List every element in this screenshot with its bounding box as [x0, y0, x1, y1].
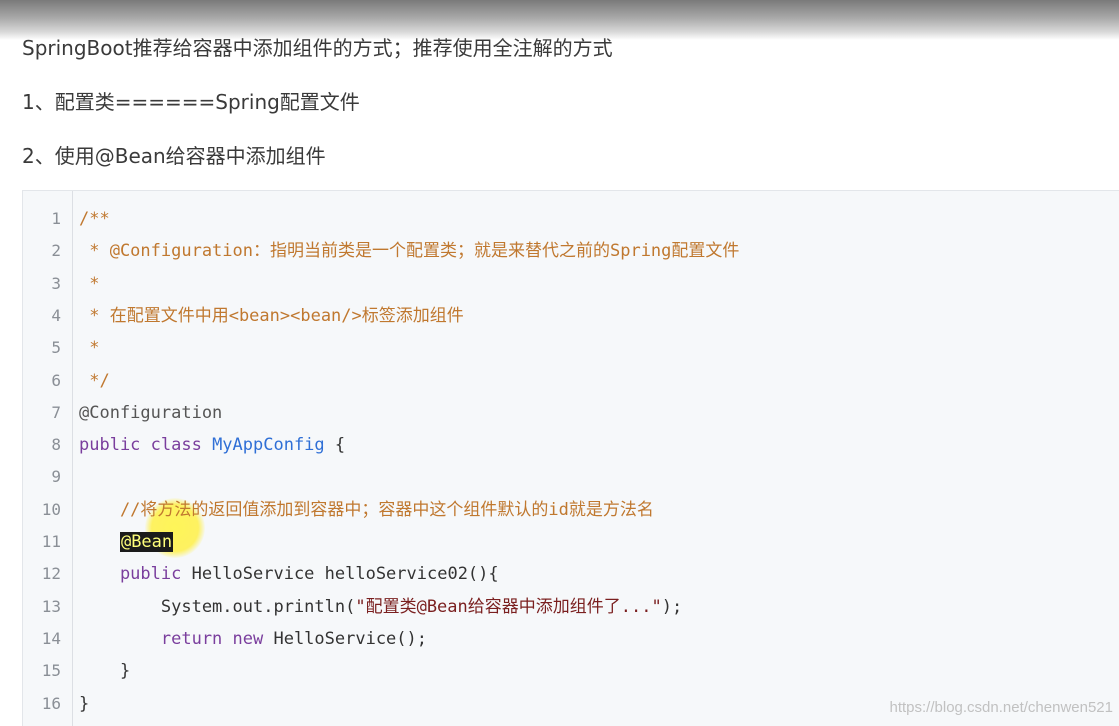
line-number: 15	[41, 661, 61, 681]
code-text: return new HelloService();	[79, 623, 427, 655]
code-token-keyword: return new	[79, 628, 274, 649]
line-number: 8	[51, 435, 61, 455]
line-number: 9	[51, 467, 61, 487]
code-line: 2 * @Configuration：指明当前类是一个配置类；就是来替代之前的S…	[23, 235, 1119, 267]
code-token-plain: HelloService helloService02(){	[191, 564, 499, 585]
code-line: 13 System.out.println("配置类@Bean给容器中添加组件了…	[23, 591, 1119, 623]
line-number: 5	[51, 338, 61, 358]
code-text: *	[79, 332, 99, 364]
code-token-comment: *	[79, 338, 100, 359]
code-token-comment: /**	[79, 209, 110, 229]
line-number: 3	[51, 273, 61, 293]
paragraph-point-1: 1、配置类======Spring配置文件	[22, 90, 360, 114]
code-line: 6 */	[23, 365, 1119, 397]
code-text: @Bean	[79, 526, 174, 558]
code-text: @Configuration	[79, 397, 222, 429]
top-shadow-overlay	[0, 0, 1119, 40]
line-number: 16	[41, 693, 61, 713]
code-text: public class MyAppConfig {	[79, 429, 345, 461]
code-token-keyword: public class	[79, 435, 213, 456]
code-line: 11 @Bean	[23, 526, 1119, 558]
line-number: 4	[51, 305, 61, 325]
code-token-keyword: public	[79, 564, 192, 585]
code-text: public HelloService helloService02(){	[79, 558, 499, 590]
line-number: 1	[51, 209, 61, 228]
paragraph-point-2: 2、使用@Bean给容器中添加组件	[22, 144, 326, 168]
code-text: }	[79, 655, 130, 687]
code-line: 7 @Configuration	[23, 397, 1119, 429]
code-text: }	[79, 688, 89, 720]
code-token-plain: );	[661, 596, 683, 617]
code-token-comment: //将方法的返回值添加到容器中；容器中这个组件默认的id就是方法名	[79, 499, 654, 520]
code-text: *	[79, 268, 99, 300]
code-line: 4 * 在配置文件中用<bean><bean/>标签添加组件	[23, 300, 1119, 332]
line-number: 13	[41, 596, 61, 616]
line-number: 2	[51, 241, 61, 261]
code-token-plain: {	[324, 435, 346, 456]
code-token-annot: @Configuration	[79, 402, 223, 423]
code-line: 1 /**	[23, 203, 1119, 235]
code-token-comment: * 在配置文件中用<bean><bean/>标签添加组件	[79, 305, 464, 326]
line-number: 7	[51, 402, 61, 422]
code-line: 10 //将方法的返回值添加到容器中；容器中这个组件默认的id就是方法名	[23, 494, 1119, 526]
code-token-plain: System.out.println(	[79, 596, 356, 617]
selected-annotation: @Bean	[119, 532, 174, 552]
line-number: 10	[41, 499, 61, 519]
line-number: 11	[41, 532, 61, 551]
line-number: 6	[51, 370, 61, 390]
code-token-plain: }	[79, 693, 90, 714]
code-lines: 1 /** 2 * @Configuration：指明当前类是一个配置类；就是来替代…	[23, 191, 1119, 726]
article-content: SpringBoot推荐给容器中添加组件的方式；推荐使用全注解的方式 1、配置类…	[0, 0, 1119, 726]
code-text: System.out.println("配置类@Bean给容器中添加组件了...…	[79, 591, 682, 623]
code-token-comment: */	[79, 370, 110, 391]
code-line: 3 *	[23, 268, 1119, 300]
code-token-comment: * @Configuration：指明当前类是一个配置类；就是来替代之前的Spr…	[79, 241, 740, 262]
code-block: 1 /** 2 * @Configuration：指明当前类是一个配置类；就是来替代…	[22, 190, 1119, 726]
code-line: 12 public HelloService helloService02(){	[23, 558, 1119, 590]
line-number: 12	[41, 564, 61, 584]
code-token-string: "配置类@Bean给容器中添加组件了..."	[355, 596, 662, 617]
code-line: 9	[23, 461, 1119, 493]
code-text: /**	[79, 203, 110, 235]
code-text: * 在配置文件中用<bean><bean/>标签添加组件	[79, 300, 464, 332]
code-token-plain: HelloService();	[273, 628, 427, 649]
code-line: 15 }	[23, 655, 1119, 687]
code-line: 14 return new HelloService();	[23, 623, 1119, 655]
watermark: https://blog.csdn.net/chenwen521	[889, 699, 1114, 716]
code-line: 5 *	[23, 332, 1119, 364]
code-line: 8 public class MyAppConfig {	[23, 429, 1119, 461]
code-token-plain: }	[79, 661, 131, 682]
code-text: //将方法的返回值添加到容器中；容器中这个组件默认的id就是方法名	[79, 494, 654, 526]
code-text: * @Configuration：指明当前类是一个配置类；就是来替代之前的Spr…	[79, 235, 739, 267]
code-token-comment: *	[79, 273, 100, 294]
line-number: 14	[41, 628, 61, 648]
code-token-type: MyAppConfig	[212, 435, 325, 456]
code-text: */	[79, 365, 110, 397]
